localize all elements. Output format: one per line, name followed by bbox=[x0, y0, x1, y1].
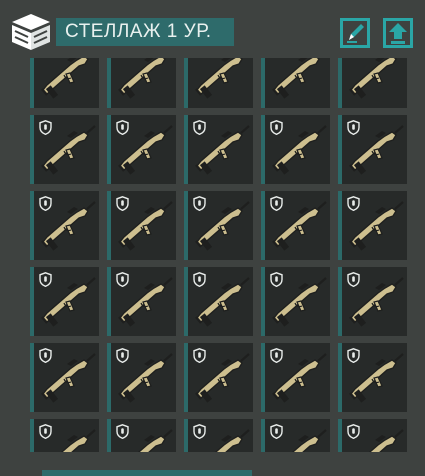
bullpup-rifle-icon bbox=[214, 429, 250, 452]
inventory-slot[interactable] bbox=[184, 115, 253, 184]
inventory-slot[interactable] bbox=[338, 419, 407, 452]
bullpup-rifle-icon bbox=[349, 353, 404, 403]
inventory-slot[interactable] bbox=[107, 343, 176, 412]
bullpup-rifle-icon bbox=[118, 201, 173, 251]
inventory-slot[interactable] bbox=[338, 267, 407, 336]
bullpup-rifle-icon bbox=[272, 277, 327, 327]
bullpup-rifle-icon bbox=[195, 125, 250, 175]
inventory-slot[interactable] bbox=[261, 115, 330, 184]
bullpup-rifle-icon bbox=[368, 429, 404, 452]
bullpup-rifle-icon bbox=[118, 58, 166, 99]
inventory-slot[interactable] bbox=[107, 419, 176, 452]
bullpup-rifle-icon bbox=[272, 58, 320, 99]
bullpup-rifle-icon bbox=[272, 201, 327, 251]
inventory-slot[interactable] bbox=[184, 191, 253, 260]
inventory-slot[interactable] bbox=[30, 115, 99, 184]
bullpup-rifle-icon bbox=[195, 277, 250, 327]
inventory-slot[interactable] bbox=[30, 58, 99, 108]
inventory-slot[interactable] bbox=[107, 58, 176, 108]
inventory-slot[interactable] bbox=[184, 267, 253, 336]
bullpup-rifle-icon bbox=[118, 353, 173, 403]
bullpup-rifle-icon bbox=[41, 125, 96, 175]
inventory-slot[interactable] bbox=[107, 267, 176, 336]
inventory-slot[interactable] bbox=[338, 343, 407, 412]
bullpup-rifle-icon bbox=[118, 277, 173, 327]
inventory-slot[interactable] bbox=[30, 343, 99, 412]
inventory-slot[interactable] bbox=[184, 419, 253, 452]
inventory-grid[interactable] bbox=[0, 58, 425, 452]
inventory-slot[interactable] bbox=[261, 267, 330, 336]
inventory-slot[interactable] bbox=[261, 343, 330, 412]
inventory-slot[interactable] bbox=[30, 419, 99, 452]
bottom-action-bar[interactable] bbox=[42, 470, 252, 476]
bullpup-rifle-icon bbox=[137, 429, 173, 452]
inventory-slot[interactable] bbox=[30, 267, 99, 336]
bullpup-rifle-icon bbox=[41, 277, 96, 327]
inventory-slot[interactable] bbox=[338, 115, 407, 184]
bullpup-rifle-icon bbox=[349, 201, 404, 251]
inventory-slot[interactable] bbox=[184, 58, 253, 108]
bullpup-rifle-icon bbox=[349, 125, 404, 175]
bullpup-rifle-icon bbox=[272, 125, 327, 175]
bullpup-rifle-icon bbox=[41, 353, 96, 403]
edit-pencil-icon[interactable] bbox=[340, 18, 370, 48]
inventory-slot[interactable] bbox=[338, 58, 407, 108]
storage-box-icon[interactable] bbox=[9, 12, 53, 52]
bullpup-rifle-icon bbox=[118, 125, 173, 175]
inventory-slot[interactable] bbox=[184, 343, 253, 412]
inventory-slot[interactable] bbox=[338, 191, 407, 260]
bullpup-rifle-icon bbox=[349, 277, 404, 327]
storage-header: СТЕЛЛАЖ 1 УР. bbox=[0, 0, 425, 58]
bullpup-rifle-icon bbox=[291, 429, 327, 452]
bullpup-rifle-icon bbox=[195, 201, 250, 251]
inventory-slot[interactable] bbox=[261, 419, 330, 452]
bullpup-rifle-icon bbox=[272, 353, 327, 403]
bullpup-rifle-icon bbox=[195, 353, 250, 403]
upload-arrow-icon[interactable] bbox=[383, 18, 413, 48]
inventory-slot[interactable] bbox=[30, 191, 99, 260]
bullpup-rifle-icon bbox=[195, 58, 243, 99]
inventory-slot[interactable] bbox=[261, 191, 330, 260]
inventory-slot[interactable] bbox=[107, 115, 176, 184]
bullpup-rifle-icon bbox=[41, 58, 89, 99]
bullpup-rifle-icon bbox=[41, 201, 96, 251]
inventory-slot[interactable] bbox=[261, 58, 330, 108]
bullpup-rifle-icon bbox=[60, 429, 96, 452]
inventory-slots bbox=[30, 58, 407, 452]
inventory-slot[interactable] bbox=[107, 191, 176, 260]
storage-title: СТЕЛЛАЖ 1 УР. bbox=[56, 18, 234, 46]
bullpup-rifle-icon bbox=[349, 58, 397, 99]
